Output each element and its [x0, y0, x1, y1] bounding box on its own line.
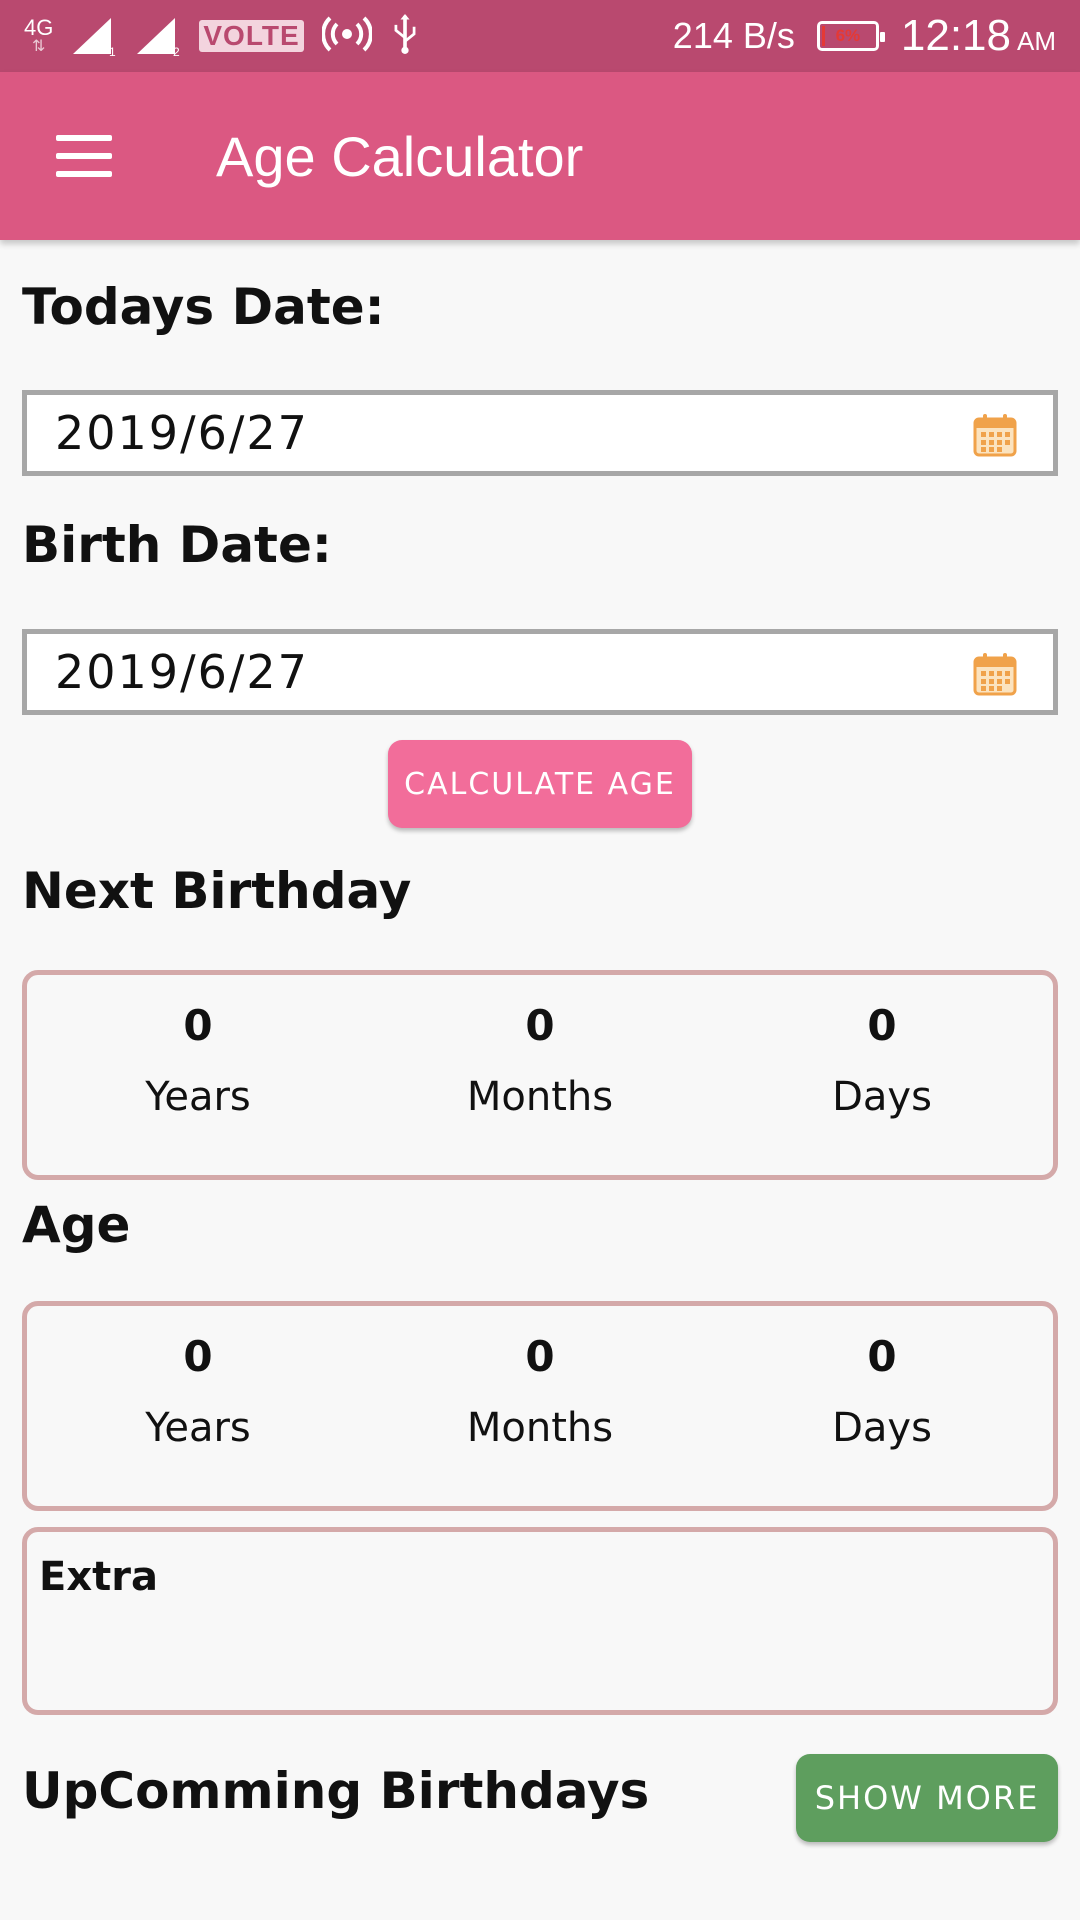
hamburger-menu-icon — [56, 135, 112, 177]
battery-icon: 6% — [816, 21, 885, 51]
battery-level: 6% — [835, 26, 861, 45]
next-birthday-years: 0 Years — [27, 975, 369, 1175]
next-birthday-label: Next Birthday — [22, 862, 412, 920]
next-birthday-days: 0 Days — [711, 975, 1053, 1175]
next-birthday-months: 0 Months — [369, 975, 711, 1175]
age-months-value: 0 — [525, 1332, 555, 1381]
next-birthday-years-value: 0 — [183, 1001, 213, 1050]
age-years-label: Years — [145, 1405, 251, 1451]
calculate-age-button[interactable]: CALCULATE AGE — [388, 740, 692, 828]
clock-ampm: AM — [1017, 26, 1056, 56]
svg-text:2: 2 — [173, 45, 180, 56]
extra-card: Extra — [22, 1527, 1058, 1715]
extra-label: Extra — [39, 1554, 158, 1600]
age-months: 0 Months — [369, 1306, 711, 1506]
network-speed: 214 B/s — [672, 15, 795, 56]
birth-date-value: 2019/6/27 — [55, 645, 309, 699]
show-more-button[interactable]: SHOW MORE — [796, 1754, 1058, 1842]
menu-button[interactable] — [14, 72, 154, 240]
usb-icon — [390, 13, 420, 59]
next-birthday-months-label: Months — [466, 1074, 614, 1120]
svg-text:1: 1 — [109, 45, 116, 56]
upcoming-birthdays-label: UpComming Birthdays — [22, 1762, 650, 1820]
age-months-label: Months — [466, 1405, 614, 1451]
network-type-icon: 4G ⇅ — [24, 15, 54, 55]
next-birthday-days-value: 0 — [867, 1001, 897, 1050]
hotspot-icon — [320, 14, 373, 59]
birth-date-field[interactable]: 2019/6/27 — [22, 629, 1058, 715]
next-birthday-years-label: Years — [145, 1074, 251, 1120]
next-birthday-days-label: Days — [832, 1074, 932, 1120]
network-type-label: 4G — [24, 15, 54, 40]
clock: 12:18 AM — [901, 11, 1056, 61]
next-birthday-months-value: 0 — [525, 1001, 555, 1050]
status-bar: 4G ⇅ 1 2 VOLTE 214 B/s 6% 12:18 AM — [0, 0, 1080, 72]
age-card: 0 Years 0 Months 0 Days — [22, 1301, 1058, 1511]
todays-date-label: Todays Date: — [22, 278, 385, 336]
clock-time: 12:18 — [900, 11, 1011, 60]
calendar-icon[interactable] — [973, 652, 1017, 696]
age-days-value: 0 — [867, 1332, 897, 1381]
age-years-value: 0 — [183, 1332, 213, 1381]
age-label: Age — [22, 1196, 131, 1254]
volte-badge: VOLTE — [199, 20, 304, 52]
next-birthday-card: 0 Years 0 Months 0 Days — [22, 970, 1058, 1180]
todays-date-value: 2019/6/27 — [55, 406, 309, 460]
calendar-icon[interactable] — [973, 413, 1017, 457]
age-days-label: Days — [832, 1405, 932, 1451]
todays-date-field[interactable]: 2019/6/27 — [22, 390, 1058, 476]
age-years: 0 Years — [27, 1306, 369, 1506]
app-title: Age Calculator — [216, 124, 584, 188]
age-days: 0 Days — [711, 1306, 1053, 1506]
signal-sim2-icon: 2 — [135, 16, 181, 59]
app-bar: Age Calculator — [0, 72, 1080, 240]
birth-date-label: Birth Date: — [22, 516, 332, 574]
signal-sim1-icon: 1 — [71, 16, 117, 59]
